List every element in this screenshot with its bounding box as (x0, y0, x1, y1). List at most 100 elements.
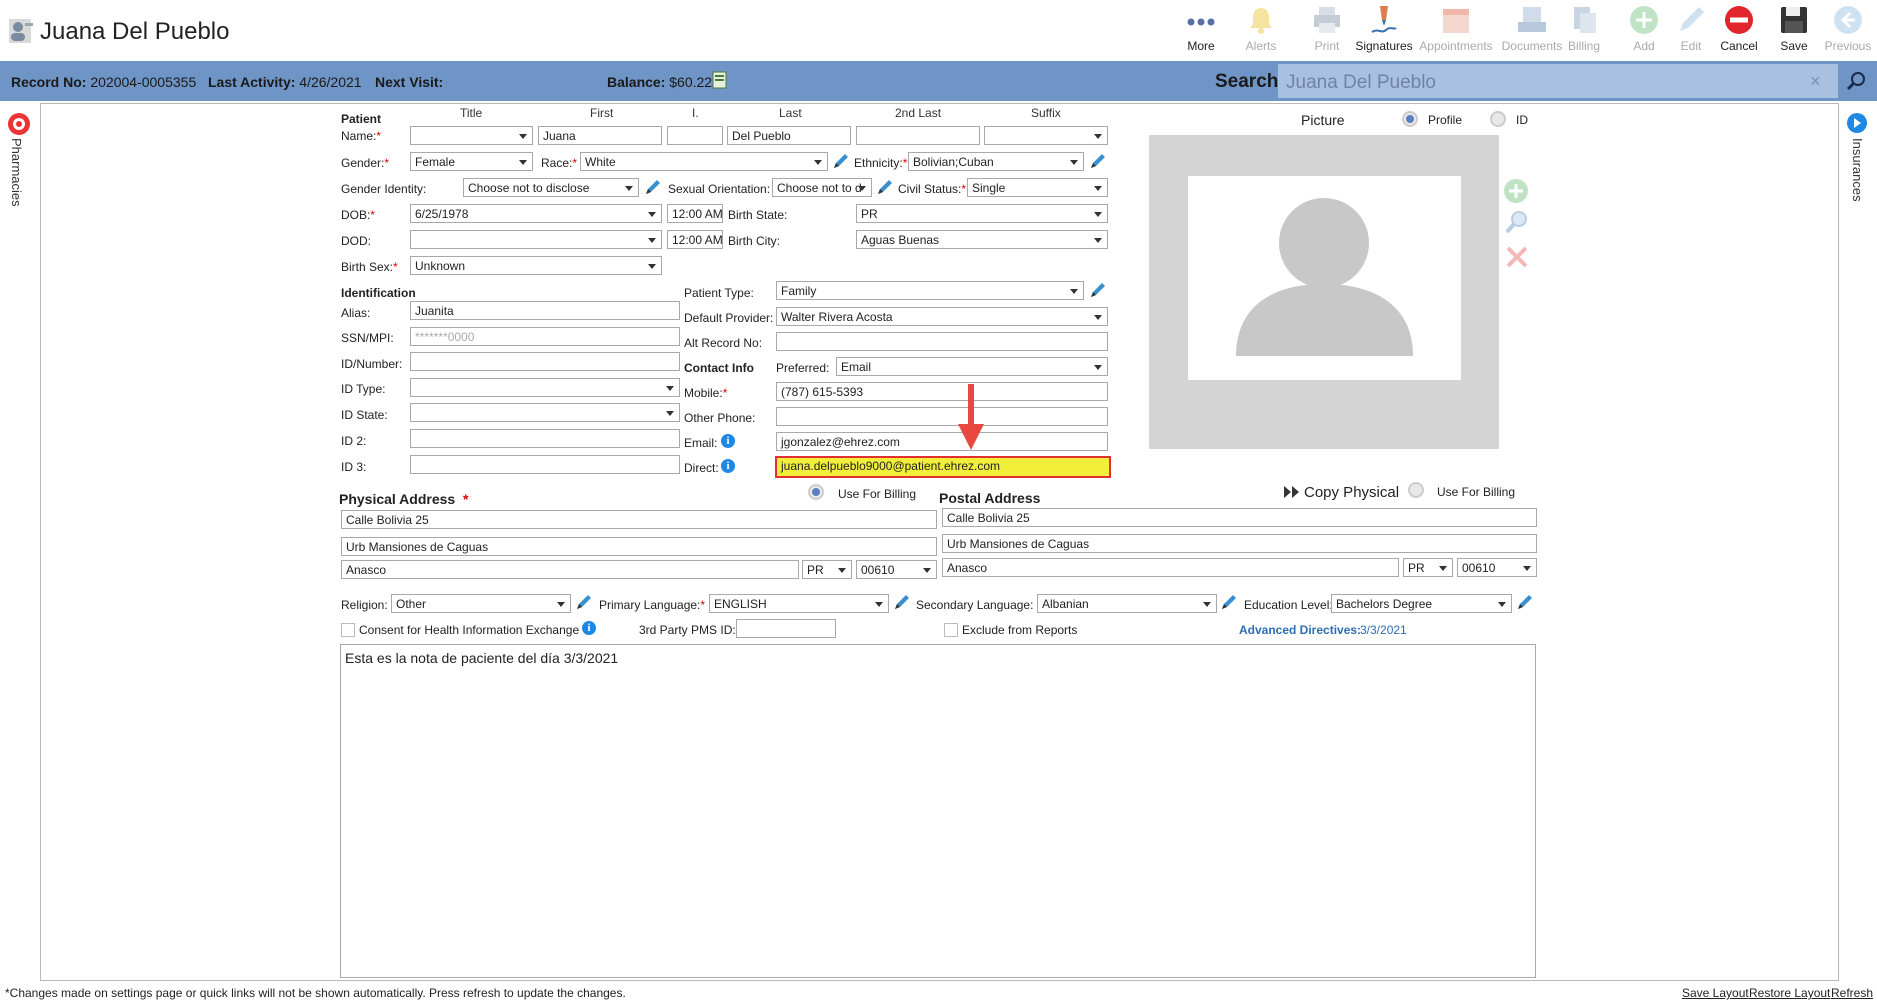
alt-record-field[interactable] (776, 332, 1108, 351)
mobile-field[interactable]: (787) 615-5393 (776, 382, 1108, 401)
initial-field[interactable] (667, 126, 723, 145)
search-input[interactable] (1284, 70, 1808, 96)
physical-billing-radio[interactable] (808, 484, 824, 500)
appointments-button[interactable]: Appointments (1418, 4, 1494, 59)
edit-gender-identity-pencil-icon[interactable] (644, 178, 662, 196)
consent-checkbox[interactable] (341, 623, 355, 637)
id-number-field[interactable] (410, 352, 680, 371)
patient-photo[interactable] (1188, 176, 1461, 380)
edit-religion-pencil-icon[interactable] (575, 593, 593, 611)
postal-zip-select[interactable]: 00610 (1457, 558, 1537, 577)
gender-select[interactable]: Female (410, 152, 533, 171)
pharmacies-tab[interactable]: Pharmacies (9, 138, 24, 207)
cancel-button[interactable]: Cancel (1709, 4, 1769, 59)
id2-field[interactable] (410, 429, 680, 448)
postal-billing-radio[interactable] (1408, 482, 1424, 498)
print-button[interactable]: Print (1297, 4, 1357, 59)
religion-select[interactable]: Other (391, 594, 571, 613)
physical-city-field[interactable]: Anasco (341, 560, 799, 579)
zoom-photo-icon[interactable] (1505, 210, 1529, 234)
ssn-field[interactable]: *******0000 (410, 327, 680, 346)
copy-physical-button[interactable]: Copy Physical (1304, 484, 1399, 501)
patient-type-select[interactable]: Family (776, 281, 1084, 300)
direct-info-icon[interactable]: i (721, 459, 735, 473)
refresh-link[interactable]: Refresh (1831, 986, 1873, 1000)
insurances-tab[interactable]: Insurances (1850, 138, 1865, 202)
edit-primary-language-pencil-icon[interactable] (893, 593, 911, 611)
edit-education-pencil-icon[interactable] (1516, 593, 1534, 611)
race-select[interactable]: White (580, 152, 828, 171)
edit-patient-type-pencil-icon[interactable] (1089, 281, 1107, 299)
add-photo-icon[interactable] (1503, 178, 1529, 204)
physical-line2-field[interactable]: Urb Mansiones de Caguas (341, 537, 937, 556)
postal-state-select[interactable]: PR (1403, 558, 1453, 577)
dod-field[interactable] (410, 230, 662, 249)
direct-label: Direct: (684, 461, 719, 475)
education-level-select[interactable]: Bachelors Degree (1331, 594, 1512, 613)
sexual-orientation-select[interactable]: Choose not to d (772, 178, 872, 197)
default-provider-select[interactable]: Walter Rivera Acosta (776, 307, 1108, 326)
secondary-language-select[interactable]: Albanian (1037, 594, 1217, 613)
id3-field[interactable] (410, 455, 680, 474)
save-layout-link[interactable]: Save Layout (1682, 986, 1749, 1000)
email-info-icon[interactable]: i (721, 434, 735, 448)
save-button[interactable]: Save (1764, 4, 1824, 59)
pharmacies-tab-icon[interactable] (7, 112, 31, 136)
billing-button[interactable]: Billing (1554, 4, 1614, 59)
picture-label: Picture (1301, 112, 1345, 128)
id-state-select[interactable] (410, 403, 680, 422)
edit-sexual-orientation-pencil-icon[interactable] (876, 178, 894, 196)
dob-field[interactable]: 6/25/1978 (410, 204, 662, 223)
other-phone-field[interactable] (776, 407, 1108, 426)
profile-radio[interactable] (1402, 111, 1418, 127)
birth-state-select[interactable]: PR (856, 204, 1108, 223)
gender-identity-select[interactable]: Choose not to disclose (463, 178, 639, 197)
consent-info-icon[interactable]: i (582, 621, 596, 635)
pms-id-field[interactable] (736, 619, 836, 638)
col-suffix: Suffix (1031, 106, 1061, 120)
previous-button[interactable]: Previous (1820, 4, 1876, 59)
exclude-reports-checkbox[interactable] (944, 623, 958, 637)
education-level-label: Education Level: (1244, 598, 1333, 612)
first-name-field[interactable]: Juana (538, 126, 662, 145)
id-radio[interactable] (1490, 111, 1506, 127)
signatures-button[interactable]: Signatures (1353, 4, 1415, 59)
clear-search-icon[interactable]: × (1810, 71, 1821, 92)
primary-language-select[interactable]: ENGLISH (709, 594, 889, 613)
restore-layout-link[interactable]: Restore Layout (1749, 986, 1830, 1000)
ledger-icon[interactable] (712, 71, 728, 89)
postal-city-field[interactable]: Anasco (942, 558, 1399, 577)
birth-city-select[interactable]: Aguas Buenas (856, 230, 1108, 249)
preferred-contact-select[interactable]: Email (836, 357, 1108, 376)
civil-status-select[interactable]: Single (967, 178, 1108, 197)
second-last-field[interactable] (856, 126, 980, 145)
birth-sex-select[interactable]: Unknown (410, 256, 662, 275)
direct-email-field[interactable]: juana.delpueblo9000@patient.ehrez.com (775, 456, 1111, 478)
edit-ethnicity-pencil-icon[interactable] (1089, 152, 1107, 170)
physical-state-select[interactable]: PR (802, 560, 852, 579)
delete-photo-icon[interactable] (1505, 245, 1529, 269)
edit-race-pencil-icon[interactable] (832, 152, 850, 170)
physical-zip-select[interactable]: 00610 (856, 560, 937, 579)
edit-secondary-language-pencil-icon[interactable] (1220, 593, 1238, 611)
patient-notes-textarea[interactable]: Esta es la nota de paciente del día 3/3/… (340, 644, 1536, 978)
email-field[interactable]: jgonzalez@ehrez.com (776, 432, 1108, 451)
alias-field[interactable]: Juanita (410, 301, 680, 320)
insurances-tab-icon[interactable] (1846, 112, 1868, 134)
postal-line1-field[interactable]: Calle Bolivia 25 (942, 508, 1537, 527)
ethnicity-label: Ethnicity:* (854, 156, 908, 170)
advanced-directives-link[interactable]: Advanced Directives: (1239, 623, 1361, 637)
postal-line2-field[interactable]: Urb Mansiones de Caguas (942, 534, 1537, 553)
search-button[interactable] (1838, 62, 1874, 100)
dod-time-field[interactable]: 12:00 AM (667, 230, 723, 249)
title-select[interactable] (410, 126, 533, 145)
ethnicity-select[interactable]: Bolivian;Cuban (908, 152, 1084, 171)
more-button[interactable]: More (1171, 4, 1231, 59)
id-type-select[interactable] (410, 378, 680, 397)
copy-forward-icon[interactable] (1284, 486, 1300, 498)
dob-time-field[interactable]: 12:00 AM (667, 204, 723, 223)
suffix-select[interactable] (984, 126, 1108, 145)
last-name-field[interactable]: Del Pueblo (727, 126, 851, 145)
alerts-button[interactable]: Alerts (1231, 4, 1291, 59)
physical-line1-field[interactable]: Calle Bolivia 25 (341, 510, 937, 529)
